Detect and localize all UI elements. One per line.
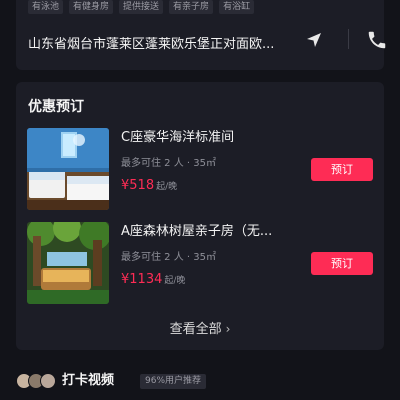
facility-tag: 有浴缸 <box>219 0 255 14</box>
room-name: C座豪华海洋标准间 <box>121 130 235 145</box>
room-photo[interactable] <box>27 222 109 304</box>
facility-tag: 有亲子房 <box>169 0 214 14</box>
hotel-address[interactable]: 山东省烟台市蓬莱区蓬莱欧乐堡正对面欧... <box>28 37 290 53</box>
view-all-link[interactable]: 查看全部 › <box>16 318 384 337</box>
price-value: ¥1134 <box>121 272 163 287</box>
room-item[interactable]: A座森林树屋亲子房（无... 最多可住 2 人 · 35㎡ ¥1134 起/晚 预… <box>27 222 373 304</box>
avatar <box>40 373 56 389</box>
checkin-videos-header[interactable]: 打卡视频 96%用户推荐 <box>16 372 384 392</box>
price-unit: 起/晚 <box>156 182 178 192</box>
chevron-right-icon: › <box>225 322 231 336</box>
recommend-badge: 96%用户推荐 <box>140 374 207 389</box>
facility-tag: 提供接送 <box>119 0 164 14</box>
navigation-arrow-icon[interactable] <box>303 29 325 51</box>
section-title: 打卡视频 <box>62 373 115 388</box>
room-spec: 最多可住 2 人 · 35㎡ <box>121 158 216 169</box>
facility-tag: 有健身房 <box>69 0 114 14</box>
price-unit: 起/晚 <box>164 276 186 286</box>
room-spec: 最多可住 2 人 · 35㎡ <box>121 252 216 263</box>
hotel-info-card: 有泳池 有健身房 提供接送 有亲子房 有浴缸 山东省烟台市蓬莱区蓬莱欧乐堡正对面… <box>16 0 386 70</box>
price-value: ¥518 <box>121 178 155 193</box>
room-price: ¥1134 起/晚 <box>121 268 185 287</box>
room-photo[interactable] <box>27 128 109 210</box>
facility-tag: 有泳池 <box>28 0 64 14</box>
avatar-stack <box>16 373 60 390</box>
book-button[interactable]: 预订 <box>311 252 373 275</box>
room-item[interactable]: C座豪华海洋标准间 最多可住 2 人 · 35㎡ ¥518 起/晚 预订 <box>27 128 373 210</box>
book-button[interactable]: 预订 <box>311 158 373 181</box>
phone-icon[interactable] <box>366 29 388 51</box>
room-name: A座森林树屋亲子房（无... <box>121 224 273 239</box>
view-all-label: 查看全部 <box>169 322 222 337</box>
room-price: ¥518 起/晚 <box>121 174 177 193</box>
section-title: 优惠预订 <box>28 99 84 115</box>
facility-tags: 有泳池 有健身房 提供接送 有亲子房 有浴缸 <box>28 0 255 14</box>
deals-card: 优惠预订 C座豪华海洋标准间 最多可住 2 人 · 35㎡ ¥518 起/晚 预订 <box>16 82 384 350</box>
divider <box>348 29 349 49</box>
